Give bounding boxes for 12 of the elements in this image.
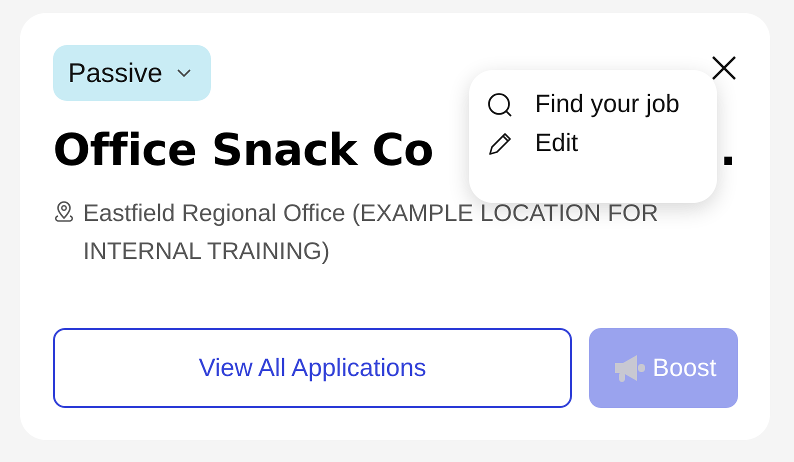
menu-item[interactable]: Edit — [487, 129, 699, 158]
location-pin-icon — [53, 200, 75, 224]
job-title: Office Snack Co — [53, 124, 434, 178]
search-icon — [487, 92, 513, 118]
view-applications-button[interactable]: View All Applications — [53, 328, 572, 408]
menu-item[interactable]: Find your job — [487, 90, 699, 119]
pencil-icon — [487, 130, 513, 156]
location-text: Eastfield Regional Office (EXAMPLE LOCATION FOR INTERNAL TRAINING) — [83, 199, 660, 267]
status-dropdown[interactable]: Passive — [53, 45, 211, 101]
job-title-end: . — [720, 124, 736, 178]
close-icon[interactable] — [711, 55, 737, 81]
chevron-down-icon — [176, 68, 191, 78]
